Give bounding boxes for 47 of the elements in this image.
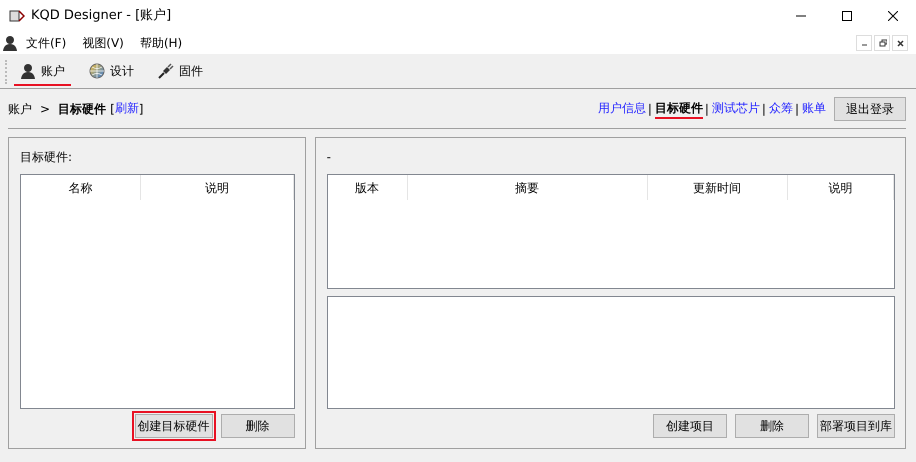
link-separator: | (704, 100, 709, 118)
app-icon (9, 9, 25, 23)
restore-icon (878, 38, 886, 48)
plug-icon (158, 62, 174, 78)
refresh-link[interactable]: 刷新 (114, 98, 139, 118)
person-icon (2, 35, 18, 51)
link-separator: | (762, 100, 766, 118)
column-header[interactable]: 名称 (21, 175, 141, 200)
close-icon (896, 38, 904, 48)
link-separator: | (794, 100, 799, 118)
nav-link[interactable]: 测试芯片 (712, 98, 760, 118)
breadcrumb-item[interactable]: 账户 (8, 100, 32, 118)
person-icon (20, 62, 36, 78)
column-header[interactable]: 更新时间 (648, 175, 788, 200)
toolbar-tab[interactable]: 固件 (152, 58, 209, 86)
column-header[interactable]: 摘要 (408, 175, 648, 200)
link-separator: | (648, 100, 652, 118)
globe-icon (89, 62, 105, 78)
action-button[interactable]: 创建项目 (653, 414, 727, 438)
nav-link[interactable]: 目标硬件 (654, 98, 703, 118)
action-button[interactable]: 创建目标硬件 (134, 414, 213, 438)
breadcrumb-current: 目标硬件 (58, 100, 106, 118)
toolbar-tab[interactable]: 账户 (14, 58, 71, 86)
mdi-restore-button[interactable] (874, 35, 890, 51)
window-title: KQD Designer - [账户] (31, 7, 172, 26)
nav-link[interactable]: 众筹 (768, 98, 793, 118)
bracket: [ (110, 100, 115, 118)
hardware-panel-label: 目标硬件: (20, 149, 74, 166)
toolbar-tab[interactable]: 设计 (83, 58, 140, 86)
nav-link[interactable]: 账单 (802, 98, 826, 118)
action-button[interactable]: 删除 (220, 414, 295, 438)
action-button[interactable]: 部署项目到库 (817, 414, 895, 438)
mdi-close-button[interactable] (892, 35, 908, 51)
maximize-icon (842, 11, 852, 21)
column-header[interactable]: 说明 (788, 175, 894, 200)
close-icon (888, 11, 898, 21)
menu-item[interactable]: 帮助(H) (132, 34, 190, 52)
column-header[interactable]: 版本 (328, 175, 408, 200)
menu-item[interactable]: 文件(F) (18, 34, 74, 52)
breadcrumb-separator: > (40, 100, 50, 118)
menu-item[interactable]: 视图(V) (74, 34, 132, 52)
nav-link[interactable]: 用户信息 (598, 98, 646, 118)
project-panel-label: - (326, 149, 332, 166)
action-button[interactable]: 删除 (735, 414, 809, 438)
logout-button[interactable]: 退出登录 (834, 96, 906, 120)
bracket: ] (138, 100, 144, 118)
column-header[interactable]: 说明 (141, 175, 294, 200)
